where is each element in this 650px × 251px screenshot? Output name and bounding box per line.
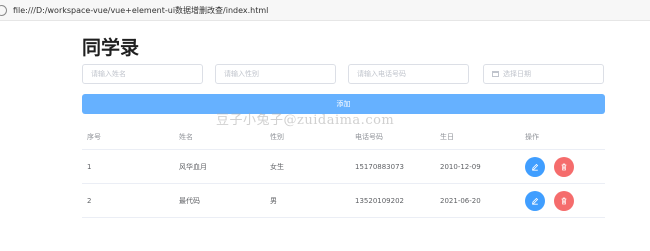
header-index: 序号 bbox=[87, 132, 101, 141]
delete-button[interactable] bbox=[554, 190, 574, 211]
edit-icon bbox=[532, 163, 539, 171]
row-actions bbox=[525, 156, 574, 177]
cell-phone: 15170883073 bbox=[355, 162, 404, 171]
name-input[interactable] bbox=[83, 70, 202, 78]
table-row: 2 最代码 男 13520109202 2021-06-20 bbox=[82, 184, 605, 218]
header-name: 姓名 bbox=[179, 132, 193, 141]
cell-birthday: 2010-12-09 bbox=[440, 162, 481, 171]
date-field[interactable] bbox=[483, 64, 604, 84]
address-url[interactable]: file:///D:/workspace-vue/vue+element-ui数… bbox=[13, 5, 268, 16]
delete-icon bbox=[561, 197, 567, 204]
phone-field[interactable] bbox=[348, 64, 469, 84]
info-icon[interactable] bbox=[0, 4, 7, 16]
gender-input[interactable] bbox=[216, 70, 335, 78]
date-picker-input[interactable] bbox=[499, 70, 603, 78]
page-title: 同学录 bbox=[82, 37, 140, 59]
cell-name: 最代码 bbox=[179, 196, 200, 205]
delete-icon bbox=[561, 163, 567, 170]
row-actions bbox=[525, 190, 574, 211]
header-actions: 操作 bbox=[525, 132, 539, 141]
table-header: 序号 姓名 性别 电话号码 生日 操作 bbox=[82, 124, 605, 150]
table-row: 1 风华血月 女生 15170883073 2010-12-09 bbox=[82, 150, 605, 184]
calendar-icon bbox=[492, 71, 499, 77]
edit-icon bbox=[532, 197, 539, 205]
cell-birthday: 2021-06-20 bbox=[440, 196, 481, 205]
edit-button[interactable] bbox=[525, 190, 545, 211]
students-table: 序号 姓名 性别 电话号码 生日 操作 1 风华血月 女生 1517088307… bbox=[82, 124, 605, 218]
header-gender: 性别 bbox=[270, 132, 284, 141]
browser-address-bar[interactable]: file:///D:/workspace-vue/vue+element-ui数… bbox=[0, 0, 650, 21]
header-phone: 电话号码 bbox=[355, 132, 383, 141]
cell-name: 风华血月 bbox=[179, 162, 207, 171]
header-birthday: 生日 bbox=[440, 132, 454, 141]
name-field[interactable] bbox=[82, 64, 203, 84]
cell-gender: 男 bbox=[270, 196, 277, 205]
cell-phone: 13520109202 bbox=[355, 196, 404, 205]
cell-gender: 女生 bbox=[270, 162, 284, 171]
phone-input[interactable] bbox=[349, 70, 468, 78]
gender-field[interactable] bbox=[215, 64, 336, 84]
cell-index: 1 bbox=[87, 162, 92, 171]
cell-index: 2 bbox=[87, 196, 92, 205]
edit-button[interactable] bbox=[525, 156, 545, 177]
delete-button[interactable] bbox=[554, 156, 574, 177]
